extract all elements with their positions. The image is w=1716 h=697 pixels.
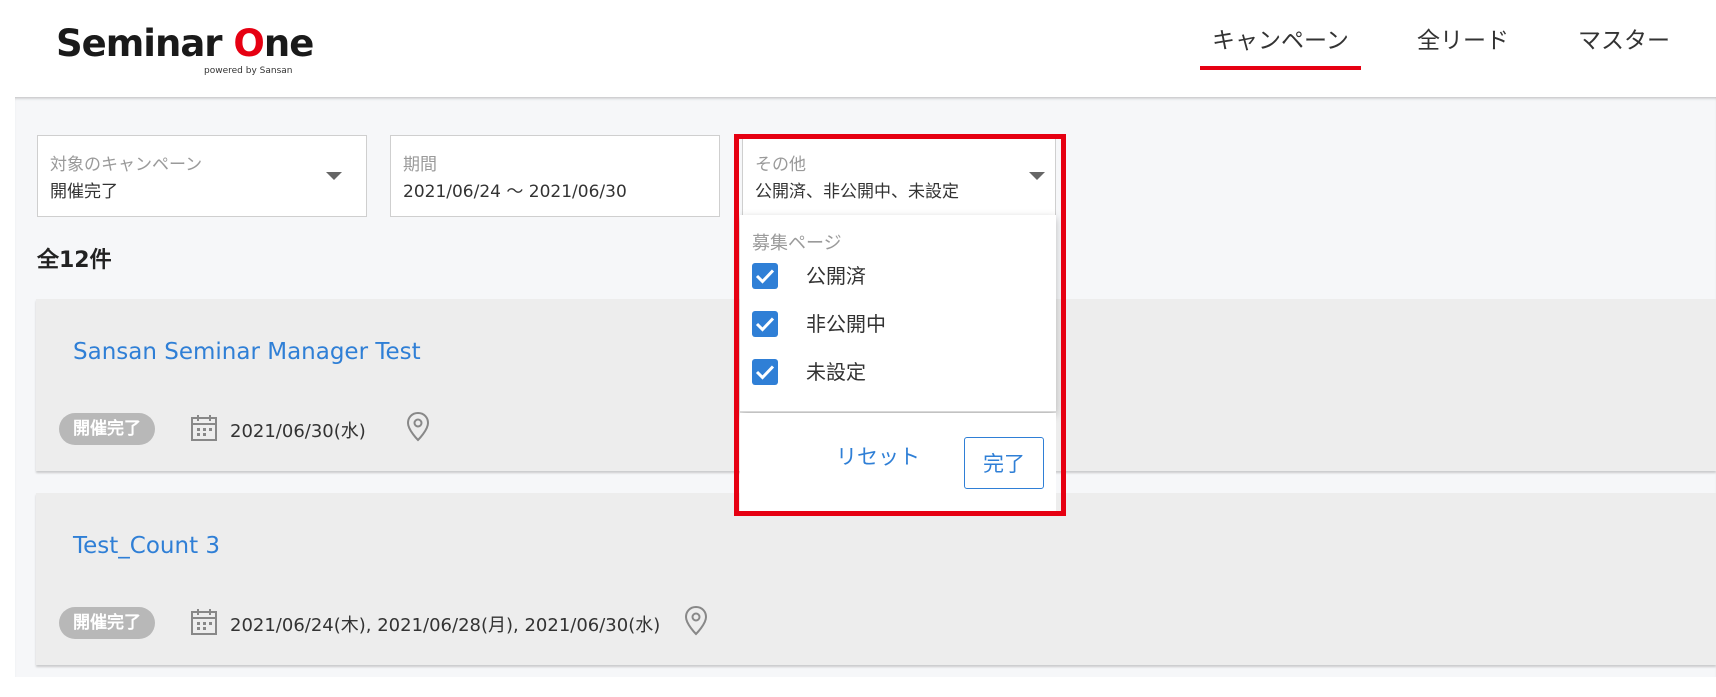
nav-item-all-leads[interactable]: 全リード — [1417, 26, 1509, 68]
status-badge: 開催完了 — [59, 413, 155, 445]
chevron-down-icon — [326, 172, 342, 180]
app-header: Seminar One powered by Sansan キャンペーン 全リー… — [0, 0, 1716, 97]
campaign-filter-select[interactable]: 対象のキャンペーン 開催完了 — [37, 135, 367, 217]
chevron-down-icon — [1029, 172, 1045, 180]
check-icon — [755, 317, 775, 332]
campaign-date: 2021/06/24(木), 2021/06/28(月), 2021/06/30… — [230, 615, 661, 636]
checkbox-checked[interactable] — [752, 311, 778, 337]
logo-wordmark: Seminar One — [56, 22, 314, 65]
check-icon — [755, 365, 775, 380]
campaign-date: 2021/06/30(水) — [230, 421, 366, 442]
option-label: 公開済 — [806, 264, 866, 288]
result-count: 全12件 — [37, 248, 112, 273]
done-button[interactable]: 完了 — [964, 437, 1044, 489]
seminar-one-logo[interactable]: Seminar One powered by Sansan — [56, 20, 314, 76]
campaign-title-link[interactable]: Sansan Seminar Manager Test — [73, 339, 421, 365]
period-filter-label: 期間 — [403, 155, 437, 175]
nav-item-campaign[interactable]: キャンペーン — [1200, 26, 1361, 70]
location-pin-icon — [406, 411, 430, 442]
dropdown-footer: リセット 完了 — [740, 413, 1056, 513]
nav-item-master[interactable]: マスター — [1578, 26, 1670, 68]
campaign-card[interactable]: Test_Count 3 開催完了 2021/06/24(木), 2021/06… — [36, 493, 1716, 665]
status-badge: 開催完了 — [59, 607, 155, 639]
check-icon — [755, 269, 775, 284]
other-filter-label: その他 — [755, 155, 806, 175]
option-label: 未設定 — [806, 360, 866, 384]
campaign-filter-label: 対象のキャンペーン — [50, 155, 203, 175]
calendar-icon — [191, 609, 217, 635]
other-filter-value: 公開済、非公開中、未設定 — [755, 182, 959, 202]
recruit-page-group-label: 募集ページ — [752, 233, 842, 254]
campaign-filter-value: 開催完了 — [50, 182, 118, 202]
checkbox-checked[interactable] — [752, 263, 778, 289]
option-label: 非公開中 — [806, 312, 886, 336]
dropdown-divider — [740, 411, 1056, 412]
campaign-title-link[interactable]: Test_Count 3 — [73, 533, 220, 559]
period-filter-value: 2021/06/24 ～ 2021/06/30 — [403, 182, 627, 202]
reset-button[interactable]: リセット — [836, 441, 920, 471]
period-filter-field[interactable]: 期間 2021/06/24 ～ 2021/06/30 — [390, 135, 720, 217]
checkbox-checked[interactable] — [752, 359, 778, 385]
calendar-icon — [191, 415, 217, 441]
other-filter-select[interactable]: その他 公開済、非公開中、未設定 — [742, 135, 1056, 217]
location-pin-icon — [684, 605, 708, 636]
other-filter-dropdown: 募集ページ 公開済 非公開中 未設定 — [740, 215, 1056, 412]
logo-tagline: powered by Sansan — [204, 66, 293, 76]
